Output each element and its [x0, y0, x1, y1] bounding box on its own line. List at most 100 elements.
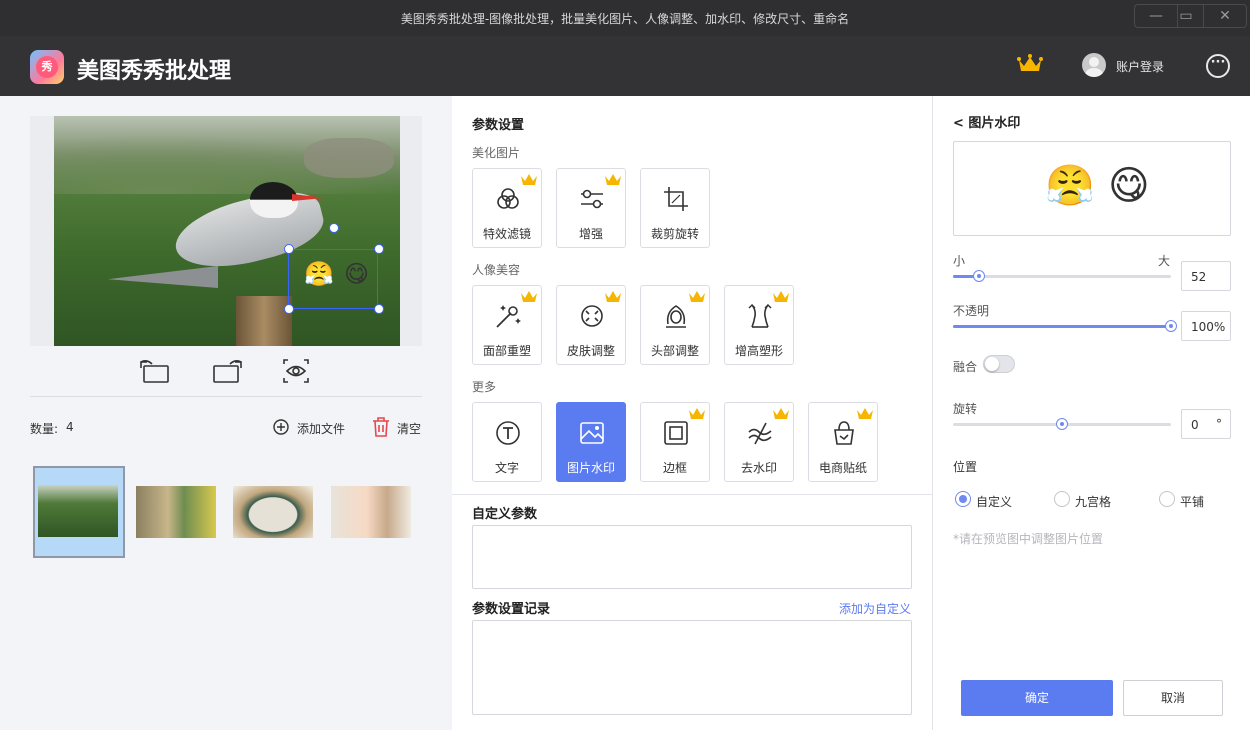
add-as-custom-link[interactable]: 添加为自定义	[839, 600, 911, 617]
params-record-title: 参数设置记录	[472, 602, 551, 617]
confirm-button[interactable]: 确定	[961, 680, 1113, 716]
params-record-box[interactable]	[472, 620, 912, 715]
radio-custom[interactable]	[955, 491, 971, 507]
resize-handle[interactable]	[374, 304, 384, 314]
tool-label: 去水印	[740, 461, 777, 475]
user-avatar[interactable]	[1082, 53, 1106, 77]
resize-handle[interactable]	[284, 304, 294, 314]
filter-icon	[497, 188, 519, 209]
size-input[interactable]: 52	[1181, 261, 1231, 291]
window-titlebar: 美图秀秀批处理-图像批处理，批量美化图片、人像调整、加水印、修改尺寸、重命名 —…	[0, 0, 1250, 36]
preview-photo	[54, 116, 400, 346]
vip-crown-icon	[605, 174, 621, 185]
tool-frame[interactable]: 边框	[640, 402, 710, 482]
custom-params-title: 自定义参数	[472, 507, 538, 522]
tool-label: 皮肤调整	[566, 344, 615, 358]
size-max-label: 大	[1158, 254, 1171, 268]
tool-enhance[interactable]: 增强	[556, 168, 626, 248]
app-header: 秀 美图秀秀批处理 账户登录 ···	[0, 36, 1250, 96]
tool-filter[interactable]: 特效滤镜	[472, 168, 542, 248]
thumbnail-1[interactable]	[38, 485, 118, 537]
group-label-beautify: 美化图片	[472, 146, 521, 160]
custom-params-box[interactable]	[472, 525, 912, 589]
size-min-label: 小	[953, 254, 966, 268]
remove-watermark-icon	[748, 422, 772, 445]
more-options-icon[interactable]: ···	[1206, 54, 1230, 78]
image-preview[interactable]: 😤 😋	[30, 116, 422, 346]
tool-label: 增强	[578, 227, 603, 241]
tool-face-reshape[interactable]: 面部重塑	[472, 285, 542, 365]
params-title: 参数设置	[472, 118, 525, 133]
tool-label: 头部调整	[650, 344, 699, 358]
params-panel: 参数设置 美化图片 特效滤镜 增强 裁剪旋转 人像美容 面部重塑 皮肤调整 头部…	[452, 96, 932, 730]
back-button[interactable]: < 图片水印	[953, 112, 1020, 131]
radio-tile[interactable]	[1159, 491, 1175, 507]
blend-toggle[interactable]	[983, 355, 1015, 373]
tool-text[interactable]: 文字	[472, 402, 542, 482]
group-label-portrait: 人像美容	[472, 263, 521, 277]
tool-label: 电商贴纸	[818, 461, 867, 475]
watermark-image-preview[interactable]: 😤 😋	[953, 141, 1231, 236]
tool-remove-watermark[interactable]: 去水印	[724, 402, 794, 482]
rotate-label: 旋转	[953, 402, 978, 416]
vip-crown-icon	[689, 291, 705, 302]
vip-crown-icon[interactable]	[1017, 54, 1043, 74]
size-slider[interactable]	[953, 270, 1171, 282]
radio-tile-label[interactable]: 平铺	[1180, 493, 1204, 510]
tool-crop-rotate[interactable]: 裁剪旋转	[640, 168, 710, 248]
position-hint: *请在预览图中调整图片位置	[953, 532, 1104, 546]
trash-icon[interactable]	[372, 417, 390, 437]
resize-handle[interactable]	[374, 244, 384, 254]
radio-custom-label[interactable]: 自定义	[976, 493, 1012, 510]
vip-crown-icon	[773, 291, 789, 302]
resize-handle[interactable]	[284, 244, 294, 254]
radio-grid-label[interactable]: 九宫格	[1075, 493, 1111, 510]
vip-crown-icon	[605, 291, 621, 302]
tool-shopping-sticker[interactable]: 电商贴纸	[808, 402, 878, 482]
rotate-left-icon[interactable]	[139, 358, 169, 384]
app-logo: 秀	[30, 50, 64, 84]
slider-knob[interactable]	[1056, 418, 1068, 430]
account-login-link[interactable]: 账户登录	[1116, 58, 1164, 75]
preview-eye-icon[interactable]	[282, 358, 312, 384]
tool-image-watermark[interactable]: 图片水印	[556, 402, 626, 482]
tool-label: 图片水印	[566, 461, 615, 475]
watermark-selection-box[interactable]	[288, 249, 378, 309]
slider-knob[interactable]	[973, 270, 986, 282]
rotate-input[interactable]: 0 °	[1181, 409, 1231, 439]
crop-icon	[664, 187, 688, 211]
tool-label: 增高塑形	[734, 344, 783, 358]
blend-label: 融合	[953, 360, 978, 374]
cancel-button[interactable]: 取消	[1123, 680, 1223, 716]
tool-label: 特效滤镜	[482, 227, 531, 241]
opacity-label: 不透明	[953, 304, 990, 318]
thumbnail-4[interactable]	[331, 486, 411, 538]
text-icon	[496, 421, 520, 445]
tool-label: 面部重塑	[482, 344, 531, 358]
maximize-icon[interactable]: ▭	[1164, 4, 1208, 28]
file-count-label: 数量:	[30, 422, 59, 436]
close-icon[interactable]: ✕	[1203, 4, 1247, 28]
magic-wand-icon	[496, 305, 521, 328]
opacity-slider[interactable]	[953, 320, 1177, 332]
left-panel: 😤 😋 数量: 4 添加文件 清空	[0, 96, 452, 730]
clear-button[interactable]: 清空	[397, 420, 421, 437]
opacity-input[interactable]: 100%	[1181, 311, 1231, 341]
watermark-preview-emoji-1: 😤	[1045, 163, 1095, 209]
add-file-button[interactable]: 添加文件	[297, 420, 345, 437]
tool-label: 裁剪旋转	[650, 227, 699, 241]
slider-knob[interactable]	[1165, 320, 1177, 332]
add-file-icon[interactable]	[272, 418, 290, 436]
rotate-right-icon[interactable]	[213, 358, 243, 384]
thumbnail-3[interactable]	[233, 486, 313, 538]
tool-body-shape[interactable]: 增高塑形	[724, 285, 794, 365]
head-icon	[666, 305, 686, 328]
vip-crown-icon	[689, 408, 705, 419]
radio-grid[interactable]	[1054, 491, 1070, 507]
tool-skin-adjust[interactable]: 皮肤调整	[556, 285, 626, 365]
rotate-slider[interactable]	[953, 418, 1171, 430]
window-title: 美图秀秀批处理-图像批处理，批量美化图片、人像调整、加水印、修改尺寸、重命名	[400, 12, 850, 26]
thumbnail-2[interactable]	[136, 486, 216, 538]
rotate-handle[interactable]	[329, 223, 339, 233]
tool-head-adjust[interactable]: 头部调整	[640, 285, 710, 365]
